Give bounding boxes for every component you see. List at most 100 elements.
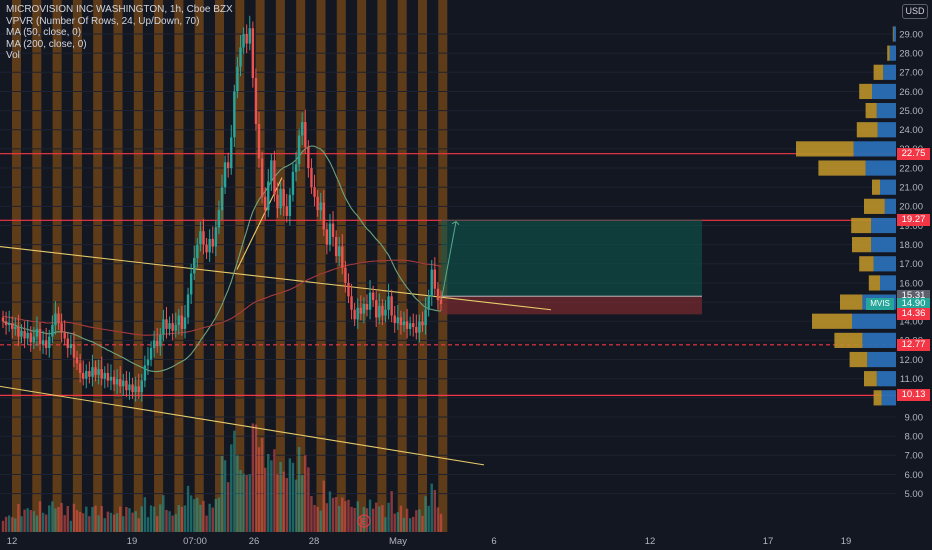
candle-body: [433, 269, 437, 289]
volume-bar: [418, 509, 421, 532]
volume-bar: [236, 455, 239, 532]
volume-bar: [408, 518, 412, 532]
candle-body: [226, 162, 230, 169]
candle-body: [371, 292, 375, 301]
volume-bar: [350, 506, 353, 532]
volume-bar: [399, 505, 403, 532]
candle-body: [193, 258, 196, 274]
volume-bar: [94, 505, 97, 532]
volume-bar: [300, 474, 304, 532]
volume-bar: [29, 510, 32, 532]
time-tick-label: 07:00: [183, 536, 207, 547]
legend-vol[interactable]: Vol: [6, 50, 233, 62]
session-band: [215, 0, 224, 532]
volume-bar: [91, 507, 94, 532]
legend-ma200[interactable]: MA (200, close, 0): [6, 39, 233, 51]
vpvr-up-bar: [893, 26, 896, 42]
volume-bar: [375, 502, 378, 532]
volume-bar: [288, 458, 292, 532]
chart-legend: MICROVISION INC WASHINGTON, 1h, Cboe BZX…: [6, 4, 233, 62]
price-tick-label: 20.00: [899, 202, 923, 213]
candle-body: [245, 34, 248, 44]
vpvr-up-bar: [872, 83, 896, 100]
time-tick-label: 6: [491, 536, 496, 547]
legend-ma50[interactable]: MA (50, close, 0): [6, 27, 233, 39]
candle-body: [88, 371, 91, 377]
price-tick-label: 28.00: [899, 48, 923, 59]
volume-bar: [88, 516, 91, 532]
legend-title[interactable]: MICROVISION INC WASHINGTON, 1h, Cboe BZX: [6, 4, 233, 16]
price-tick-label: 11.00: [900, 374, 923, 385]
candle-body: [205, 244, 208, 253]
session-band: [93, 0, 103, 532]
vpvr-up-bar: [873, 256, 896, 272]
volume-bar: [51, 501, 54, 532]
volume-bar: [137, 518, 140, 532]
legend-vpvr[interactable]: VPVR (Number Of Rows, 24, Up/Down, 70): [6, 16, 233, 28]
candle-body: [44, 340, 48, 349]
candle-body: [384, 309, 387, 316]
price-label: 14.36: [897, 308, 930, 321]
candle-body: [421, 321, 424, 326]
volume-bar: [32, 511, 36, 532]
candle-body: [223, 162, 227, 188]
volume-bar: [239, 470, 242, 532]
vpvr-down-bar: [887, 45, 890, 61]
vpvr-up-bar: [883, 64, 896, 80]
currency-button[interactable]: USD: [902, 4, 928, 19]
symbol-badge: MVIS: [866, 298, 894, 310]
candle-body: [300, 122, 304, 136]
session-band: [174, 0, 184, 532]
candle-body: [66, 338, 69, 349]
candle-body: [183, 317, 187, 329]
candle-body: [159, 334, 162, 347]
vpvr-up-bar: [871, 217, 896, 234]
candle-body: [356, 307, 359, 320]
volume-bar: [405, 508, 409, 532]
volume-bar: [38, 501, 42, 532]
candle-body: [310, 168, 313, 188]
volume-bar: [316, 506, 319, 532]
vertical-session-bands: [12, 0, 448, 532]
volume-bar: [41, 512, 45, 532]
volume-bar: [125, 507, 128, 532]
candle-body: [230, 137, 233, 169]
time-tick-label: May: [389, 536, 407, 547]
volume-bar: [193, 499, 196, 532]
vpvr-down-bar: [834, 332, 863, 348]
volume-bar: [430, 483, 433, 532]
volume-bar: [276, 473, 279, 532]
price-tick-label: 12.00: [899, 355, 923, 366]
volume-bar: [294, 479, 298, 532]
candle-body: [285, 206, 288, 216]
candle-body: [319, 202, 322, 211]
volume-bar: [334, 497, 338, 532]
volume-bar: [14, 518, 17, 532]
candle-body: [297, 135, 301, 165]
time-tick-label: 26: [249, 536, 260, 547]
volume-bar: [344, 501, 347, 532]
price-chart[interactable]: 5.006.007.008.009.0010.0011.0012.0013.00…: [0, 0, 932, 550]
vpvr-up-bar: [865, 160, 896, 176]
price-label: 22.75: [897, 147, 930, 160]
price-tick-label: 16.00: [899, 278, 923, 289]
price-label: 10.13: [897, 389, 930, 402]
volume-bar: [159, 504, 162, 532]
volume-bar: [119, 506, 122, 532]
candle-body: [91, 367, 94, 377]
price-axis-bg: [896, 0, 932, 550]
candle-body: [331, 223, 335, 237]
vpvr-down-bar: [872, 179, 880, 195]
session-band: [357, 0, 367, 532]
volume-bar: [273, 449, 276, 532]
vpvr-up-bar: [877, 122, 896, 138]
volume-bar: [356, 501, 359, 532]
candle-body: [248, 28, 251, 44]
candle-body: [180, 315, 184, 329]
session-band: [113, 0, 123, 532]
candle-body: [211, 238, 214, 247]
volume-bar: [285, 478, 288, 532]
vpvr-up-bar: [852, 313, 896, 329]
candle-body: [199, 231, 202, 245]
volume-bar: [20, 516, 23, 532]
